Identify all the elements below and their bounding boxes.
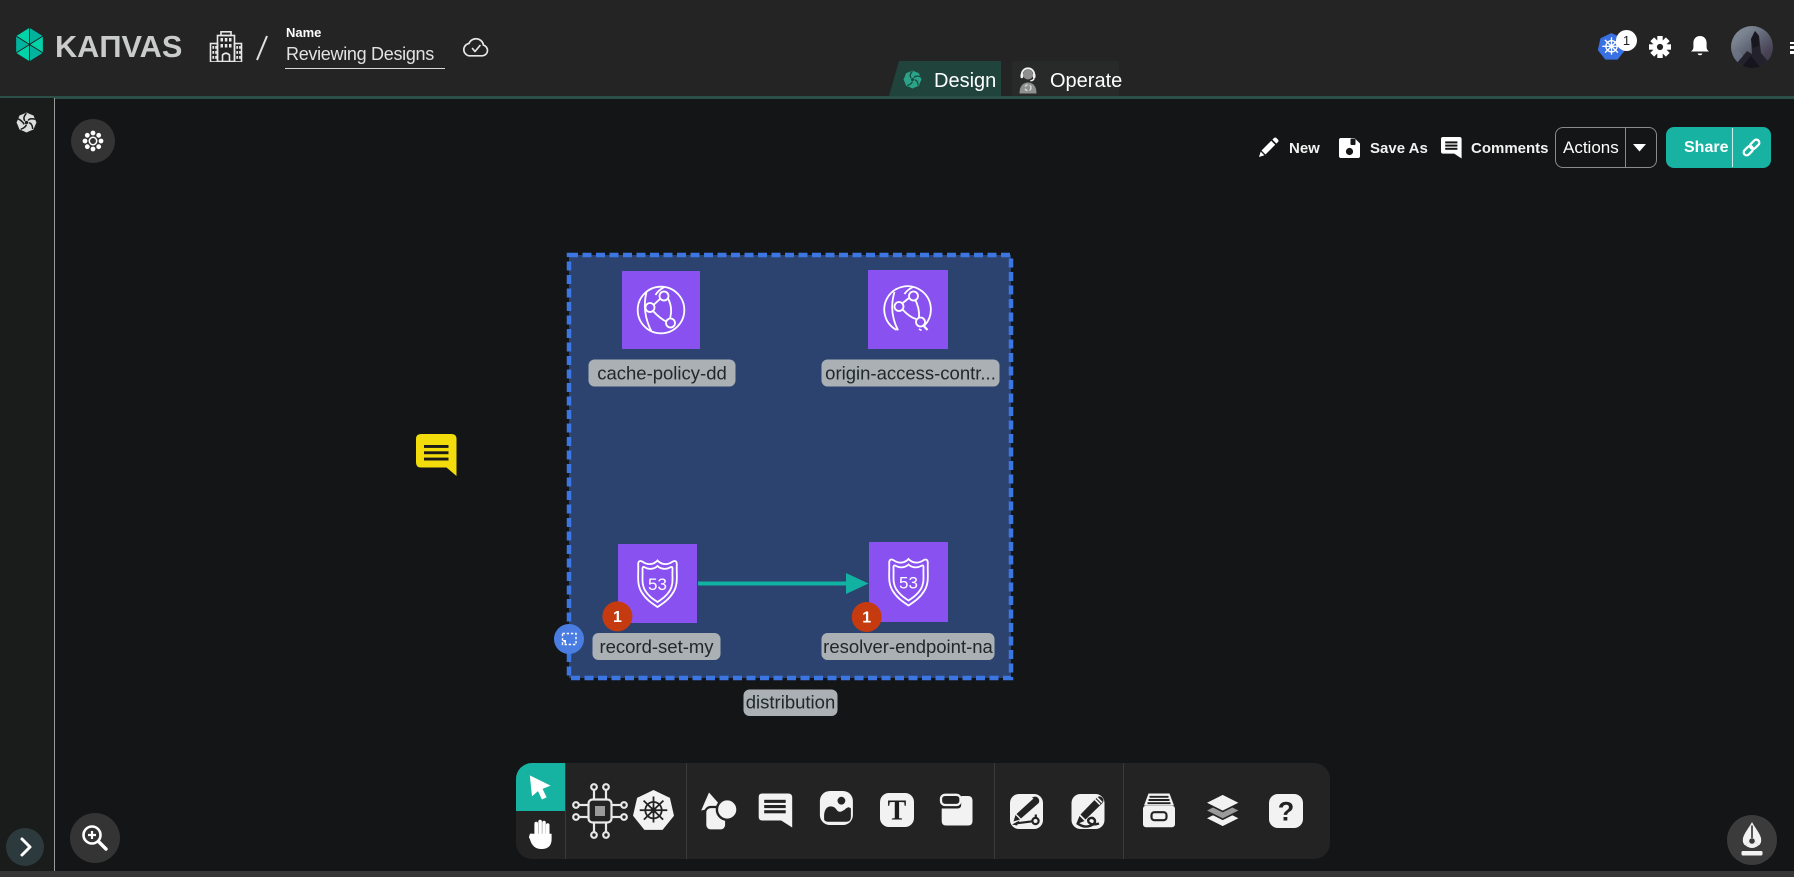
svg-text:distribution: distribution xyxy=(746,692,835,713)
svg-text:1: 1 xyxy=(613,609,622,626)
svg-text:?: ? xyxy=(1278,797,1295,827)
svg-text:1: 1 xyxy=(862,610,871,627)
svg-text:cache-policy-dd: cache-policy-dd xyxy=(597,363,727,384)
svg-text:53: 53 xyxy=(648,575,667,594)
svg-text:origin-access-contr...: origin-access-contr... xyxy=(825,363,996,384)
svg-text:resolver-endpoint-na: resolver-endpoint-na xyxy=(823,636,993,657)
svg-text:record-set-my: record-set-my xyxy=(599,636,714,657)
svg-text:53: 53 xyxy=(899,574,918,593)
svg-text:T: T xyxy=(888,796,907,827)
